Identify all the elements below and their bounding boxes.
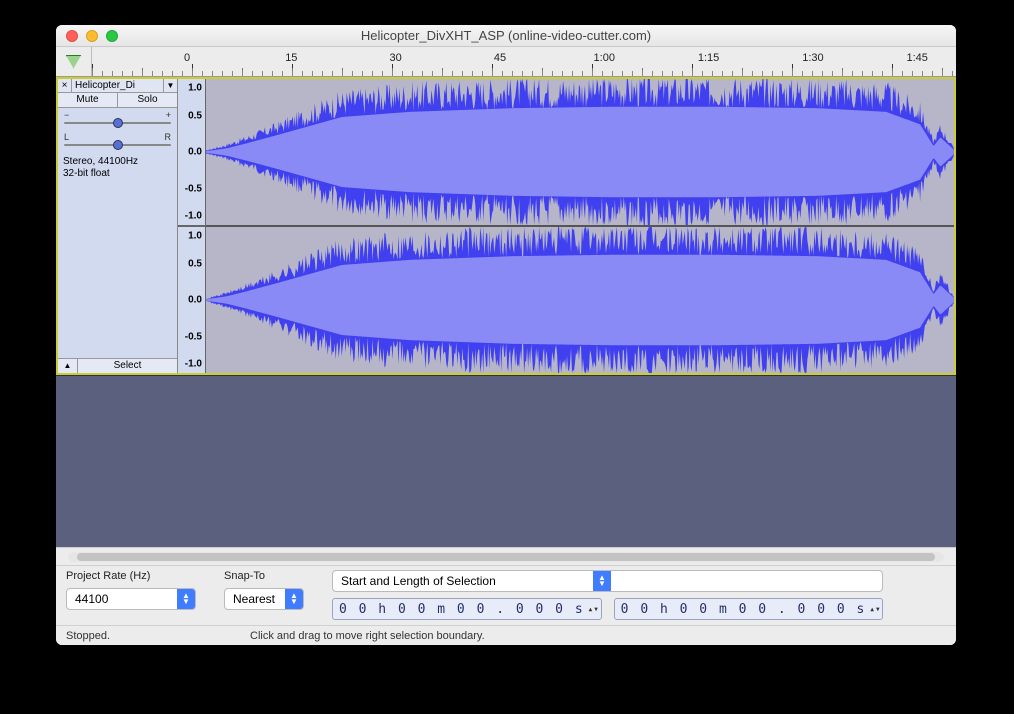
project-rate-select[interactable]: 44100 ▲▼ — [66, 588, 196, 610]
scale-label: 0.0 — [188, 295, 202, 306]
gain-minus-label: − — [64, 110, 69, 120]
ruler-tick-label: 1:15 — [698, 52, 719, 64]
gain-knob-icon[interactable] — [113, 118, 123, 128]
track-close-button[interactable]: × — [58, 79, 72, 92]
spinner-icon[interactable]: ▲▼ — [589, 607, 599, 612]
transport-state: Stopped. — [66, 630, 110, 642]
project-rate-label: Project Rate (Hz) — [66, 570, 196, 582]
audacity-window: Helicopter_DivXHT_ASP (online-video-cutt… — [56, 25, 956, 645]
track-meta: Stereo, 44100Hz 32-bit float — [58, 152, 177, 184]
pan-slider[interactable]: LR — [58, 130, 177, 152]
selection-length-field[interactable]: 0 0 h 0 0 m 0 0 . 0 0 0 s ▲▼ — [614, 598, 884, 620]
titlebar: Helicopter_DivXHT_ASP (online-video-cutt… — [56, 25, 956, 47]
gain-plus-label: + — [166, 110, 171, 120]
chevron-updown-icon: ▲▼ — [593, 571, 611, 591]
playhead-well — [56, 47, 92, 76]
scale-label: -0.5 — [185, 183, 202, 194]
track-format-line1: Stereo, 44100Hz — [63, 156, 172, 168]
track-area: × Helicopter_Di ▼ Mute Solo −+ LR Stereo… — [56, 77, 956, 375]
selection-start-value: 0 0 h 0 0 m 0 0 . 0 0 0 s — [339, 602, 585, 617]
ruler-tick-label: 15 — [285, 52, 297, 64]
snap-to-value: Nearest — [225, 592, 285, 606]
status-bar: Stopped. Click and drag to move right se… — [56, 625, 956, 645]
ruler-tick-label: 0 — [184, 52, 190, 64]
timeline-ruler-row: 0 15 30 45 1:00 1:15 1:30 1:45 — [56, 47, 956, 77]
track-control-panel: × Helicopter_Di ▼ Mute Solo −+ LR Stereo… — [58, 79, 178, 373]
amplitude-scale[interactable]: 1.0 0.5 0.0 -0.5 -1.0 1.0 0.5 0.0 -0.5 -1.0 — [178, 79, 206, 373]
scale-label: 0.5 — [188, 110, 202, 121]
horizontal-scrollbar[interactable] — [56, 547, 956, 565]
ruler-tick-label: 1:45 — [907, 52, 928, 64]
waveform-right[interactable] — [206, 225, 954, 373]
pan-knob-icon[interactable] — [113, 140, 123, 150]
scrollbar-track[interactable] — [68, 552, 944, 562]
track-title-row: × Helicopter_Di ▼ — [58, 79, 177, 93]
track-collapse-button[interactable]: ▲ — [58, 359, 78, 373]
status-hint: Click and drag to move right selection b… — [250, 630, 485, 642]
empty-track-area[interactable] — [56, 375, 956, 547]
project-rate-value: 44100 — [67, 592, 177, 606]
scale-label: 1.0 — [188, 82, 202, 93]
snap-to-select[interactable]: Nearest ▲▼ — [224, 588, 304, 610]
scale-label: -0.5 — [185, 331, 202, 342]
track-menu-button[interactable]: ▼ — [163, 79, 177, 92]
playhead-icon[interactable] — [66, 55, 82, 69]
track-name[interactable]: Helicopter_Di — [72, 79, 163, 92]
pan-left-label: L — [64, 132, 69, 142]
ruler-tick-label: 1:00 — [594, 52, 615, 64]
zoom-icon[interactable] — [106, 30, 118, 42]
snap-to-label: Snap-To — [224, 570, 304, 582]
gain-slider[interactable]: −+ — [58, 108, 177, 130]
scale-label: -1.0 — [185, 359, 202, 370]
track-select-button[interactable]: Select — [78, 359, 177, 373]
selection-mode-select[interactable]: Start and Length of Selection ▲▼ — [332, 570, 883, 592]
window-title: Helicopter_DivXHT_ASP (online-video-cutt… — [56, 28, 956, 43]
ruler-tick-label: 45 — [494, 52, 506, 64]
ruler-tick-label: 30 — [390, 52, 402, 64]
mute-button[interactable]: Mute — [58, 93, 118, 107]
track-format-line2: 32-bit float — [63, 168, 172, 180]
chevron-updown-icon: ▲▼ — [177, 589, 195, 609]
waveform-area[interactable] — [206, 79, 954, 373]
selection-length-value: 0 0 h 0 0 m 0 0 . 0 0 0 s — [621, 602, 867, 617]
close-icon[interactable] — [66, 30, 78, 42]
pan-right-label: R — [165, 132, 172, 142]
timeline-ruler[interactable]: 0 15 30 45 1:00 1:15 1:30 1:45 — [92, 47, 956, 76]
solo-button[interactable]: Solo — [118, 93, 177, 107]
ruler-tick-label: 1:30 — [802, 52, 823, 64]
scale-label: 1.0 — [188, 230, 202, 241]
selection-toolbar: Project Rate (Hz) 44100 ▲▼ Snap-To Neare… — [56, 565, 956, 625]
chevron-updown-icon: ▲▼ — [285, 589, 303, 609]
scale-label: 0.5 — [188, 258, 202, 269]
spinner-icon[interactable]: ▲▼ — [870, 607, 880, 612]
scale-label: 0.0 — [188, 147, 202, 158]
selection-mode-value: Start and Length of Selection — [333, 574, 593, 588]
window-controls — [66, 30, 118, 42]
scrollbar-thumb[interactable] — [77, 553, 936, 561]
waveform-left[interactable] — [206, 79, 954, 225]
selection-start-field[interactable]: 0 0 h 0 0 m 0 0 . 0 0 0 s ▲▼ — [332, 598, 602, 620]
scale-label: -1.0 — [185, 211, 202, 222]
minimize-icon[interactable] — [86, 30, 98, 42]
